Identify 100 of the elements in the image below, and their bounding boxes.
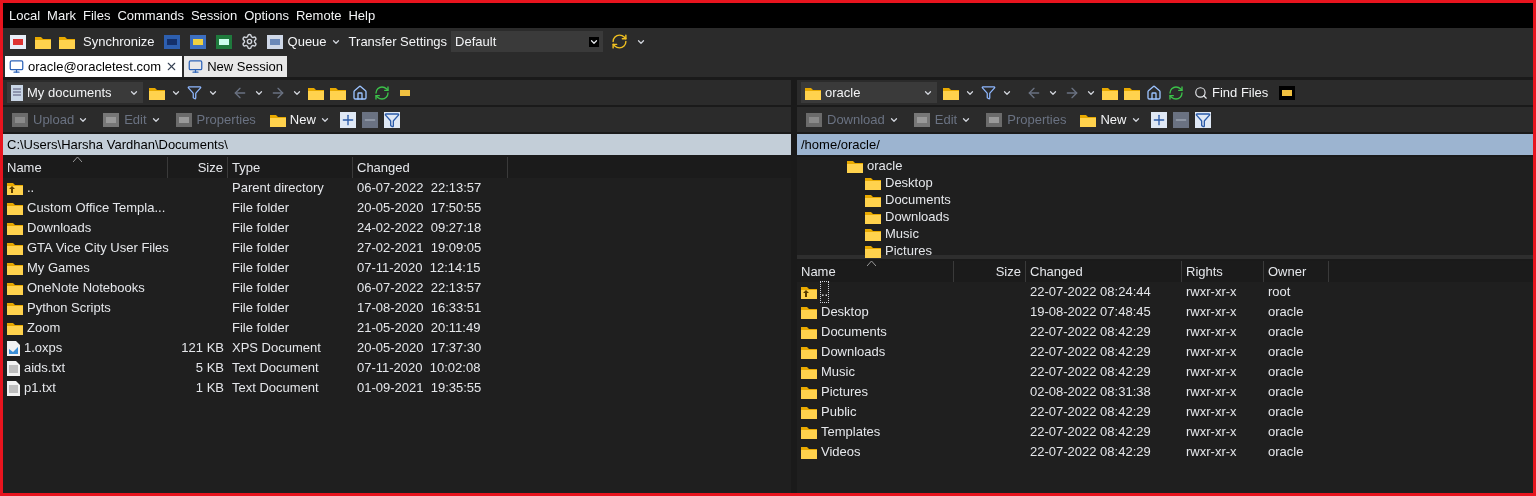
table-cell-text: 19-08-2022 07:48:45 xyxy=(1029,303,1152,322)
table-cell-text: 01-09-2021 19:35:55 xyxy=(356,379,483,398)
collapse-icon[interactable] xyxy=(1172,111,1189,128)
table-cell-text: 22-07-2022 08:42:29 xyxy=(1029,323,1152,342)
synchronize-button[interactable]: Synchronize xyxy=(83,31,155,52)
table-cell-text: rwxr-xr-x xyxy=(1185,343,1238,362)
folder-icon xyxy=(847,158,863,173)
location-dropdown[interactable]: My documents xyxy=(7,82,143,103)
table-cell-text: oracle xyxy=(1267,323,1305,342)
toolbar-button[interactable]: New xyxy=(1076,109,1145,130)
folder-icon xyxy=(865,192,881,207)
table-cell-text: root xyxy=(1267,283,1292,302)
column-header[interactable]: Owner xyxy=(1264,261,1329,282)
table-cell-text: XPS Document xyxy=(231,339,322,358)
table-cell-text: 22-07-2022 08:42:29 xyxy=(1029,403,1152,422)
refresh-icon[interactable] xyxy=(1168,84,1184,101)
settings-icon[interactable] xyxy=(240,33,258,50)
file-name-cell: Pictures xyxy=(797,382,954,402)
column-header[interactable]: Size xyxy=(954,261,1026,282)
file-name-cell: OneNote Notebooks xyxy=(3,278,168,298)
menu-item[interactable]: Files xyxy=(82,5,111,26)
folder-icon xyxy=(7,261,23,275)
file-name-cell: Documents xyxy=(797,322,954,342)
folder-icon xyxy=(801,425,817,439)
filter-icon[interactable] xyxy=(1194,111,1211,128)
file-name-cell: My Games xyxy=(3,258,168,278)
table-cell-text: Text Document xyxy=(231,379,320,398)
sync-folder-icon xyxy=(59,34,75,49)
caret-icon xyxy=(589,36,600,47)
transfer-settings-label: Transfer Settings xyxy=(348,32,448,51)
table-cell-text: 22-07-2022 08:42:29 xyxy=(1029,363,1152,382)
column-header[interactable]: Type xyxy=(228,157,353,178)
file-name-cell: Zoom xyxy=(3,318,168,338)
collapse-icon[interactable] xyxy=(361,111,378,128)
menu-item[interactable]: Session xyxy=(190,5,238,26)
folder-icon xyxy=(801,385,817,399)
filter-icon[interactable] xyxy=(187,85,202,100)
folder-icon xyxy=(801,405,817,419)
expand-icon[interactable] xyxy=(1150,111,1167,128)
table-cell-text: rwxr-xr-x xyxy=(1185,303,1238,322)
table-cell-text: 27-02-2021 19:09:05 xyxy=(356,239,483,258)
folder-icon xyxy=(7,241,23,255)
monitor-icon xyxy=(9,59,24,74)
session-tab[interactable]: oracle@oracletest.com xyxy=(5,56,183,77)
new-folder-icon xyxy=(269,112,286,127)
column-header[interactable]: Changed xyxy=(1026,261,1182,282)
location-dropdown[interactable]: oracle xyxy=(801,82,937,103)
monitor-icon xyxy=(188,59,204,74)
home-icon[interactable] xyxy=(1146,84,1162,101)
file-name-cell: aids.txt xyxy=(3,358,168,378)
table-cell-text: 17-08-2020 16:33:51 xyxy=(356,299,483,318)
table-cell-text: Parent directory xyxy=(231,179,325,198)
menu-item[interactable]: Options xyxy=(244,5,289,26)
table-cell-text: 5 KB xyxy=(194,359,225,378)
home-icon[interactable] xyxy=(352,84,368,101)
transfer-settings-dropdown[interactable]: Default xyxy=(451,31,604,52)
menu-item[interactable]: Help xyxy=(348,5,376,26)
folder-icon xyxy=(7,281,23,295)
column-header[interactable]: Name xyxy=(3,157,168,178)
filter-icon[interactable] xyxy=(383,111,400,128)
table-cell-text: 121 KB xyxy=(180,339,225,358)
file-name-cell: Templates xyxy=(797,422,954,442)
file-name-cell: 1.oxps xyxy=(3,338,168,358)
file-name-cell: Desktop xyxy=(797,302,954,322)
new-folder-icon xyxy=(1080,112,1097,127)
menu-item[interactable]: Commands xyxy=(117,5,184,26)
open-folder-icon xyxy=(943,85,959,100)
file-name-cell: Music xyxy=(797,362,954,382)
folder-icon xyxy=(7,301,23,315)
table-cell-text: 24-02-2022 09:27:18 xyxy=(356,219,483,238)
filter-icon[interactable] xyxy=(981,85,996,100)
file-name-cell: Python Scripts xyxy=(3,298,168,318)
path-bar[interactable]: C:\Users\Harsha Vardhan\Documents\ xyxy=(3,134,791,155)
path-bar[interactable]: /home/oracle/ xyxy=(797,134,1533,155)
column-header[interactable]: Rights xyxy=(1182,261,1264,282)
menu-item[interactable]: Remote xyxy=(295,5,342,26)
menu-item[interactable]: Mark xyxy=(47,5,76,26)
menu-item[interactable]: Local xyxy=(9,5,41,26)
column-header[interactable]: Changed xyxy=(353,157,508,178)
table-cell-text: oracle xyxy=(1267,303,1305,322)
document-icon xyxy=(7,340,20,356)
queue-button[interactable]: Queue xyxy=(265,31,341,52)
table-cell-text: 07-11-2020 12:14:15 xyxy=(356,259,482,278)
table-cell-text: 02-08-2022 08:31:38 xyxy=(1029,383,1152,402)
toolbar-button[interactable]: New xyxy=(265,109,334,130)
column-header[interactable]: Name xyxy=(797,261,954,282)
file-name-cell: Downloads xyxy=(797,342,954,362)
table-cell-text: File folder xyxy=(231,279,291,298)
file-name-cell: GTA Vice City User Files xyxy=(3,238,168,258)
expand-icon[interactable] xyxy=(339,111,356,128)
table-cell-text: 06-07-2022 22:13:57 xyxy=(356,279,483,298)
search-icon xyxy=(1194,85,1208,100)
column-header[interactable]: Size xyxy=(168,157,228,178)
refresh-icon[interactable] xyxy=(374,84,390,101)
sort-caret-icon xyxy=(867,261,876,266)
session-tab[interactable]: New Session xyxy=(184,56,287,77)
find-files-button[interactable]: Find Files xyxy=(1190,82,1273,103)
folder-icon xyxy=(7,201,23,215)
table-cell-text: oracle xyxy=(1267,423,1305,442)
file-name-cell: Videos xyxy=(797,442,954,462)
